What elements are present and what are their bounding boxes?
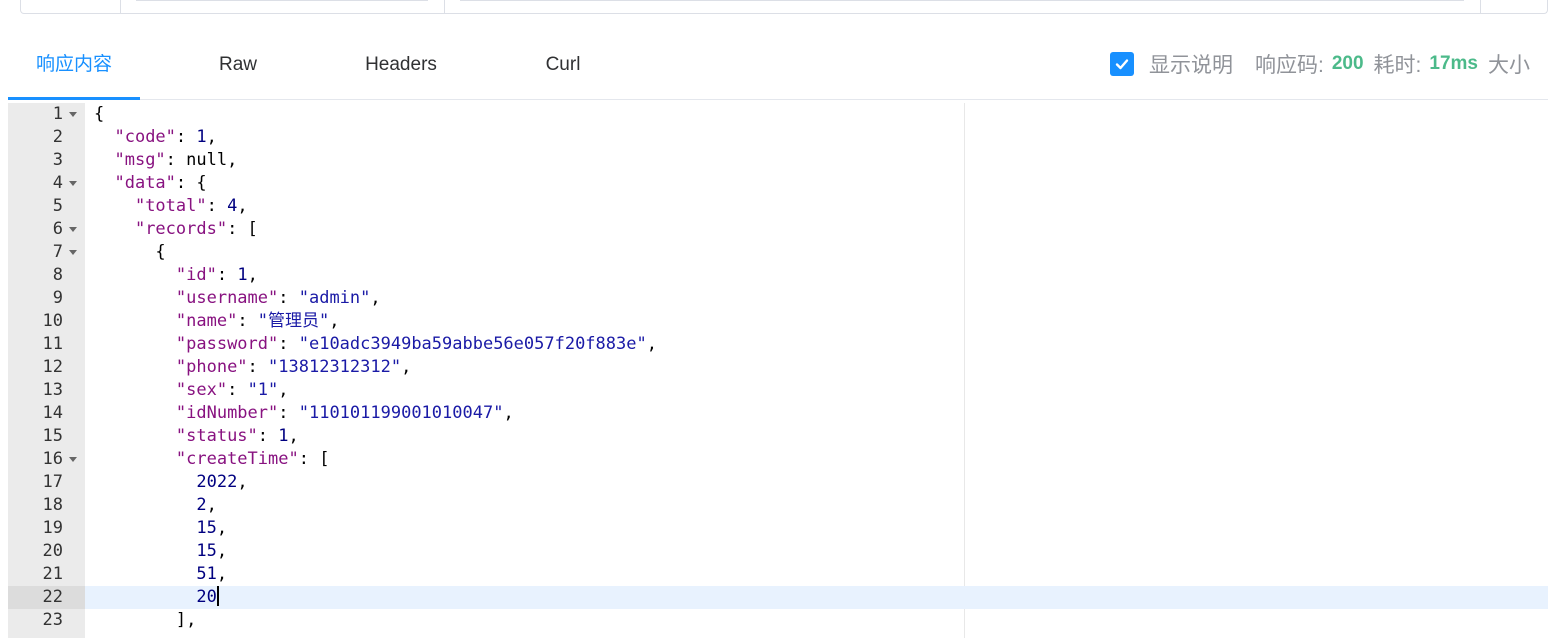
code-line[interactable]: 1 { [8,103,1548,126]
code-line[interactable]: 2 "code": 1, [8,126,1548,149]
code-line[interactable]: 3 "msg": null, [8,149,1548,172]
line-number: 5 [52,196,63,216]
code-line[interactable]: 5 "total": 4, [8,195,1548,218]
code-text: "data": { [114,173,207,193]
code-text: "records": [ [134,219,258,239]
code-text: "msg": null, [114,150,238,170]
tab-response-content[interactable]: 响应内容 [8,40,140,98]
code-line[interactable]: 12 "phone": "13812312312", [8,356,1548,379]
code-line[interactable]: 16 "createTime": [ [8,448,1548,471]
line-number: 15 [42,426,63,446]
response-meta: 显示说明 响应码: 200 耗时: 17ms 大小 [1110,48,1530,80]
request-bar-remnant [0,0,1548,15]
code-line[interactable]: 10 "name": "管理员", [8,310,1548,333]
code-text: "phone": "13812312312", [175,357,412,377]
tab-headers[interactable]: Headers [348,40,454,98]
line-number: 17 [42,472,63,492]
code-text: 51, [196,564,228,584]
code-text: 2022, [196,472,248,492]
line-number: 8 [52,265,63,285]
code-text: "id": 1, [175,265,258,285]
line-number: 9 [52,288,63,308]
code-text: "sex": "1", [175,380,289,400]
code-text: "status": 1, [175,426,299,446]
code-text: "idNumber": "110101199001010047", [175,403,514,423]
json-editor[interactable]: 1 { 2 "code": 1, 3 "msg": null, 4 "data"… [8,103,1548,638]
code-line[interactable]: 20 15, [8,540,1548,563]
method-select-remnant[interactable] [136,0,428,1]
divider [120,0,121,14]
code-text: 15, [196,518,228,538]
tab-curl[interactable]: Curl [528,40,598,98]
code-line[interactable]: 18 2, [8,494,1548,517]
code-line[interactable]: 21 51, [8,563,1548,586]
fold-arrow-icon[interactable] [69,227,77,232]
line-number: 14 [42,403,63,423]
url-input-remnant[interactable] [460,0,1464,1]
code-line[interactable]: 9 "username": "admin", [8,287,1548,310]
code-text: "createTime": [ [175,449,330,469]
line-number: 20 [42,541,63,561]
line-number: 22 [8,586,85,609]
code-text: { [155,242,166,262]
code-text: { [94,104,105,124]
code-text: "password": "e10adc3949ba59abbe56e057f20… [175,334,657,354]
fold-arrow-icon[interactable] [69,250,77,255]
code-line[interactable]: 15 "status": 1, [8,425,1548,448]
fold-arrow-icon[interactable] [69,112,77,117]
line-number: 21 [42,564,63,584]
text-cursor [216,585,219,606]
code-line-active[interactable]: 22 20 [8,585,1548,609]
line-number: 19 [42,518,63,538]
duration-label: 耗时: [1373,54,1422,77]
line-number: 13 [42,380,63,400]
code-text: "name": "管理员", [175,311,340,331]
show-description-label[interactable]: 显示说明 [1149,49,1233,79]
code-line[interactable]: 19 15, [8,517,1548,540]
code-line[interactable]: 6 "records": [ [8,218,1548,241]
line-number: 3 [52,150,63,170]
check-icon [1115,59,1129,70]
active-tab-indicator [8,97,140,100]
code-line[interactable]: 11 "password": "e10adc3949ba59abbe56e057… [8,333,1548,356]
divider [1480,0,1481,14]
code-text: 2, [196,495,217,515]
line-number: 2 [52,127,63,147]
code-line[interactable]: 13 "sex": "1", [8,379,1548,402]
line-number: 18 [42,495,63,515]
fold-arrow-icon[interactable] [69,181,77,186]
line-number: 23 [42,610,63,630]
size-label: 大小 [1488,54,1530,77]
duration-value: 17ms [1429,53,1478,74]
code-line[interactable]: 17 2022, [8,471,1548,494]
code-line[interactable]: 8 "id": 1, [8,264,1548,287]
code-text: 15, [196,541,228,561]
line-number: 10 [42,311,63,331]
code-text: ], [175,610,197,630]
status-code-value: 200 [1331,53,1364,74]
tab-raw[interactable]: Raw [198,40,278,98]
status-code-label: 响应码: [1255,54,1324,77]
fold-arrow-icon[interactable] [69,457,77,462]
code-text: "code": 1, [114,127,217,147]
code-line[interactable]: 23 ], [8,609,1548,632]
code-line[interactable]: 14 "idNumber": "110101199001010047", [8,402,1548,425]
line-number: 12 [42,357,63,377]
line-number: 11 [42,334,63,354]
code-line[interactable]: 4 "data": { [8,172,1548,195]
code-text: "username": "admin", [175,288,381,308]
divider [444,0,445,14]
code-text: "total": 4, [134,196,248,216]
request-bar-border [20,0,1548,14]
code-line[interactable]: 7 { [8,241,1548,264]
show-description-checkbox[interactable] [1110,52,1134,76]
code-text: 20 [196,585,219,607]
